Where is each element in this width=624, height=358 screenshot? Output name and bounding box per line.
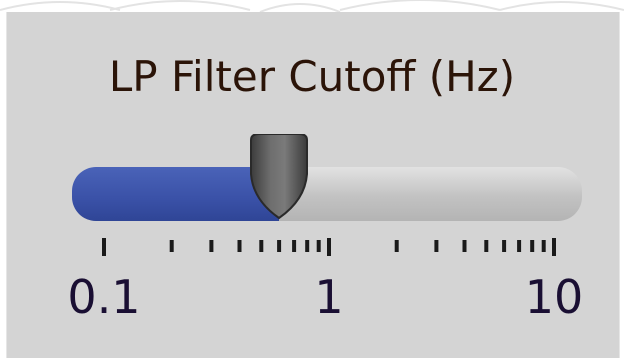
minor-tick xyxy=(277,240,282,252)
slider-thumb[interactable] xyxy=(247,134,311,220)
minor-tick xyxy=(462,240,467,252)
minor-tick xyxy=(530,240,535,252)
minor-tick xyxy=(541,240,546,252)
major-tick xyxy=(102,238,106,256)
tick-label-min: 0.1 xyxy=(67,270,141,324)
tick-label-mid: 1 xyxy=(314,270,344,324)
slider-window: LP Filter Cutoff (Hz) 0.1 1 10 xyxy=(0,0,624,358)
minor-tick xyxy=(434,240,439,252)
tick-label-max: 10 xyxy=(524,270,584,324)
minor-tick xyxy=(209,240,214,252)
minor-tick xyxy=(316,240,321,252)
major-tick xyxy=(327,238,331,256)
minor-tick xyxy=(517,240,522,252)
minor-tick xyxy=(394,240,399,252)
minor-tick xyxy=(292,240,297,252)
minor-tick xyxy=(169,240,174,252)
minor-tick xyxy=(484,240,489,252)
minor-tick xyxy=(237,240,242,252)
minor-tick xyxy=(502,240,507,252)
minor-tick xyxy=(305,240,310,252)
major-tick xyxy=(552,238,556,256)
minor-tick xyxy=(259,240,264,252)
